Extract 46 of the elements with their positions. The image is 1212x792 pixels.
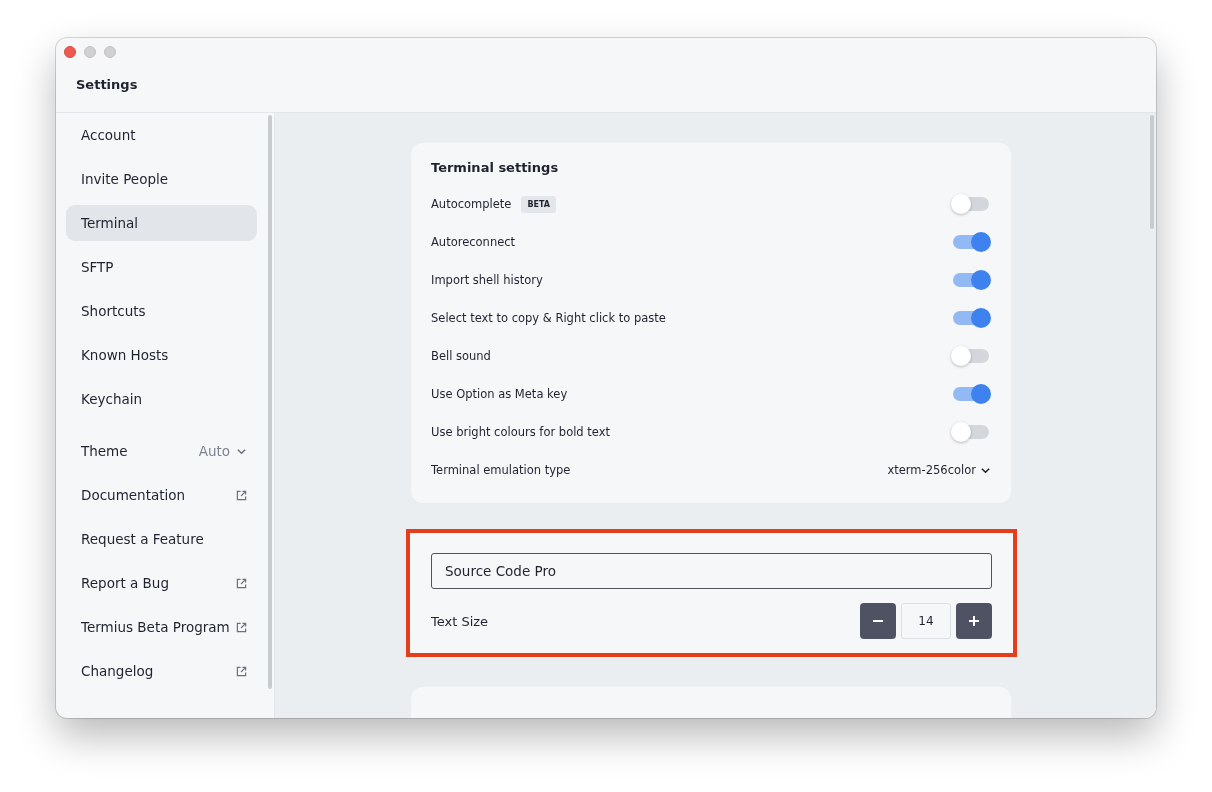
- external-link-icon: [236, 489, 247, 501]
- setting-label: Use bright colours for bold text: [431, 425, 611, 439]
- window-title: Settings: [76, 77, 139, 92]
- external-link-icon: [236, 665, 247, 677]
- toggle-switch[interactable]: [953, 311, 989, 325]
- emulation-dropdown[interactable]: xterm-256color: [887, 463, 976, 477]
- toggle-switch[interactable]: [953, 349, 989, 363]
- section-title: Terminal settings: [431, 160, 560, 175]
- scrollbar[interactable]: [1150, 115, 1154, 229]
- setting-label: Autocomplete: [431, 197, 512, 211]
- toggle-switch[interactable]: [953, 425, 989, 439]
- sidebar-item[interactable]: Terminal: [66, 205, 257, 241]
- sidebar-item[interactable]: Known Hosts: [66, 337, 257, 373]
- setting-label: Bell sound: [431, 349, 491, 363]
- plus-icon: [968, 615, 980, 627]
- beta-badge: BETA: [521, 195, 556, 213]
- setting-label: Terminal emulation type: [431, 463, 571, 477]
- sidebar-item[interactable]: Request a Feature: [66, 521, 257, 557]
- sidebar-item[interactable]: Invite People: [66, 161, 257, 197]
- toggle-switch[interactable]: [953, 387, 989, 401]
- sidebar-item[interactable]: Shortcuts: [66, 293, 257, 329]
- scrollbar[interactable]: [268, 115, 272, 689]
- sidebar-item[interactable]: Documentation: [66, 477, 257, 513]
- setting-label: Use Option as Meta key: [431, 387, 568, 401]
- sidebar-item[interactable]: Keychain: [66, 381, 257, 417]
- close-button[interactable]: [64, 46, 76, 58]
- sidebar-item[interactable]: Account: [66, 117, 257, 153]
- toggle-switch[interactable]: [953, 273, 989, 287]
- sidebar-item[interactable]: Termius Beta Program: [66, 609, 257, 645]
- external-link-icon: [236, 577, 247, 589]
- sidebar-item[interactable]: Changelog: [66, 653, 257, 689]
- sidebar-item[interactable]: Theme Auto: [66, 433, 257, 469]
- toggle-switch[interactable]: [953, 197, 989, 211]
- theme-value[interactable]: Auto: [198, 443, 230, 459]
- setting-label: Select text to copy & Right click to paste: [431, 311, 666, 325]
- external-link-icon: [236, 621, 247, 633]
- decrease-button[interactable]: [860, 603, 896, 639]
- sidebar-item[interactable]: Report a Bug: [66, 565, 257, 601]
- text-size-value[interactable]: 14: [901, 603, 951, 639]
- sidebar-item[interactable]: SFTP: [66, 249, 257, 285]
- increase-button[interactable]: [956, 603, 992, 639]
- font-field[interactable]: Source Code Pro: [431, 553, 992, 589]
- setting-label: Autoreconnect: [431, 235, 516, 249]
- toggle-switch[interactable]: [953, 235, 989, 249]
- text-size-label: Text Size: [431, 613, 489, 629]
- setting-label: Import shell history: [431, 273, 543, 287]
